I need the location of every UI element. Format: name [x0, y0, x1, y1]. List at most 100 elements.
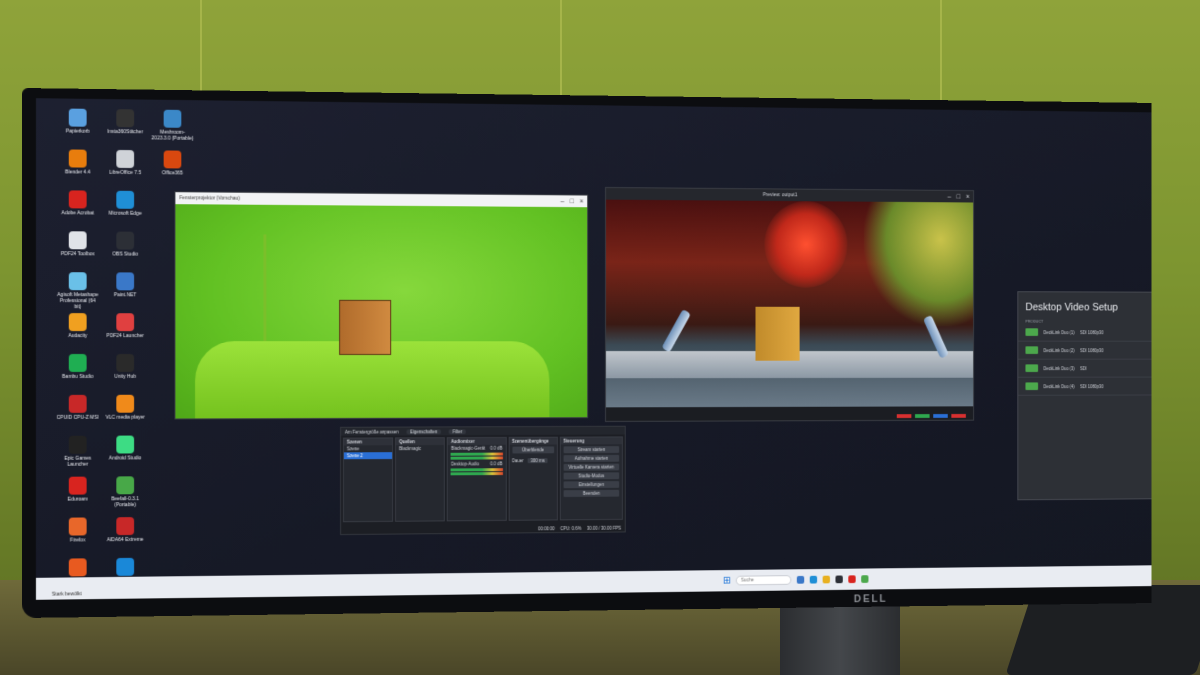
- file-explorer-icon[interactable]: [797, 575, 805, 584]
- dvs-device-name: DeckLink Duo (4): [1043, 383, 1075, 389]
- dvs-device-row[interactable]: DeckLink Duo (4) SDI 1080p30: [1018, 377, 1152, 396]
- libreoffice-icon: [116, 149, 135, 169]
- preview-status-indicators: [896, 413, 966, 419]
- volume-slider[interactable]: [450, 472, 503, 476]
- close-icon[interactable]: ×: [966, 193, 970, 200]
- duration-input[interactable]: 300 ms: [527, 458, 548, 464]
- desktop-shortcut[interactable]: Meshroom-2023.3.0 (Portable): [151, 109, 194, 151]
- desktop-screen: Papierkorb Insta360Stitcher Meshroom-2023.…: [35, 98, 1152, 600]
- start-icon[interactable]: ⊞: [723, 575, 731, 586]
- transitions-dock: Szenenübergänge Überblende Dauer 300 ms: [508, 436, 558, 521]
- minimize-icon[interactable]: –: [948, 193, 952, 200]
- desktop-shortcut[interactable]: AIDA64 Extreme: [103, 517, 146, 558]
- desktop-shortcut[interactable]: Firefox: [56, 517, 100, 558]
- source-item[interactable]: Blackmagic: [396, 445, 444, 452]
- start-stream-button[interactable]: Stream starten: [563, 446, 620, 454]
- transition-select[interactable]: Überblende: [512, 446, 554, 454]
- desktop-shortcut-label: Papierkorb: [65, 128, 90, 135]
- desktop-shortcut[interactable]: Agisoft Metashape Professional (64 bit): [56, 272, 100, 313]
- desktop-shortcut-label: PDF24 Toolbox: [60, 251, 95, 258]
- dvs-device-row[interactable]: DeckLink Duo (3) SDI: [1018, 359, 1152, 378]
- virtual-camera-button[interactable]: Virtuelle Kamera starten: [563, 463, 620, 471]
- desktop-shortcut[interactable]: Epic Games Launcher: [56, 435, 100, 477]
- obs-icon: [116, 231, 135, 250]
- projector-window[interactable]: Fensterprojektor (Vorschau) – □ ×: [174, 191, 589, 420]
- wall-panel: [940, 0, 942, 110]
- settings-button[interactable]: Einstellungen: [563, 481, 620, 489]
- minimize-icon[interactable]: –: [561, 198, 565, 205]
- desktop-shortcut-label: Meshroom-2023.3.0 (Portable): [151, 129, 194, 142]
- decklink-card-icon: [1025, 346, 1039, 354]
- start-recording-button[interactable]: Aufnahme starten: [563, 454, 620, 462]
- vlc-icon: [116, 394, 135, 413]
- chrome-taskbar-icon[interactable]: [822, 575, 831, 584]
- desktop-shortcut[interactable]: PDF24 Toolbox: [56, 231, 100, 272]
- desktop-shortcut[interactable]: PDF24 Launcher: [103, 313, 146, 354]
- decklink-taskbar-icon[interactable]: [861, 575, 869, 583]
- desktop-shortcut[interactable]: VLC media player: [103, 394, 146, 436]
- desktop-shortcut[interactable]: Microsoft Edge: [103, 190, 146, 232]
- scene-item[interactable]: Szene 2: [343, 452, 393, 460]
- weather-widget[interactable]: Stark bewölkt: [52, 591, 82, 597]
- monitor: Papierkorb Insta360Stitcher Meshroom-2023.…: [22, 88, 1152, 618]
- wall-panel: [560, 0, 562, 110]
- desktop-shortcut[interactable]: Blender 4.4: [56, 149, 100, 190]
- empty-slot: [151, 476, 194, 517]
- desktop-shortcut-label: Beefall-0.3.1 (Portable): [111, 496, 140, 509]
- desktop-shortcut-label: LibreOffice 7.5: [109, 169, 142, 177]
- office-icon: [163, 150, 182, 169]
- audacity-icon: [68, 313, 87, 332]
- status-cpu: CPU: 0.6%: [560, 526, 582, 532]
- desktop-shortcut[interactable]: Insta360Stitcher: [103, 109, 146, 150]
- paintnet-icon: [116, 272, 135, 291]
- desktop-shortcut[interactable]: Unity Hub: [103, 353, 146, 395]
- desktop-shortcut[interactable]: Office365: [151, 150, 194, 191]
- desktop-shortcut-label: AIDA64 Extreme: [106, 536, 144, 544]
- dvs-device-row[interactable]: DeckLink Duo (2) SDI 1080p30: [1018, 341, 1152, 360]
- desktop-shortcut[interactable]: Eduroam: [56, 476, 100, 518]
- virtual-studio-feed: [605, 199, 974, 408]
- dell-logo: DELL: [853, 593, 888, 606]
- studio-light: [764, 200, 848, 288]
- obs-main-panel[interactable]: Am Fenstergröße anpassen Eigenschaften F…: [340, 425, 626, 536]
- desktop-shortcut[interactable]: Paint.NET: [103, 272, 146, 313]
- status-indicator: [896, 414, 912, 419]
- scenes-dock: Szenen Szene Szene 2: [342, 437, 394, 523]
- bambu-icon: [68, 353, 87, 372]
- dvs-device-row[interactable]: DeckLink Duo (1) SDI 1080p30: [1018, 323, 1152, 342]
- cpuz-icon: [68, 394, 87, 413]
- desktop-video-setup-window[interactable]: Desktop Video Setup PRODUCT DeckLink Duo…: [1017, 291, 1152, 501]
- desktop-shortcut-label: Epic Games Launcher: [64, 455, 92, 468]
- taskbar-search[interactable]: Suche: [736, 575, 792, 586]
- desktop-shortcut[interactable]: LibreOffice 7.5: [103, 149, 146, 191]
- desktop-shortcut[interactable]: Beefall-0.3.1 (Portable): [103, 476, 146, 517]
- epic-icon: [68, 435, 87, 454]
- filter-button[interactable]: Filter: [448, 428, 467, 434]
- edge-icon: [116, 190, 135, 209]
- obs-taskbar-icon[interactable]: [835, 575, 844, 584]
- close-icon[interactable]: ×: [580, 198, 584, 205]
- dvs-device-list: DeckLink Duo (1) SDI 1080p30 DeckLink Duo …: [1018, 323, 1152, 396]
- acrobat-taskbar-icon[interactable]: [848, 575, 857, 584]
- edge-taskbar-icon[interactable]: [810, 575, 818, 584]
- studio-object: [755, 306, 800, 361]
- meshroom-icon: [163, 109, 182, 128]
- exit-button[interactable]: Beenden: [563, 489, 620, 497]
- beefall-icon: [116, 476, 135, 495]
- preview-window[interactable]: Preview: output1 – □ ×: [605, 186, 975, 422]
- wooden-object: [339, 299, 392, 355]
- desktop-shortcut[interactable]: Adobe Acrobat: [56, 190, 100, 231]
- maximize-icon[interactable]: □: [570, 198, 574, 205]
- properties-button[interactable]: Eigenschaften: [406, 428, 442, 434]
- desktop-shortcut[interactable]: Papierkorb: [56, 108, 100, 149]
- desktop-shortcut[interactable]: Android Studio: [103, 435, 146, 476]
- studio-mode-button[interactable]: Studio-Modus: [563, 472, 620, 480]
- dvs-device-mode: SDI 1080p30: [1080, 347, 1104, 353]
- desktop-shortcut[interactable]: Audacity: [56, 313, 100, 354]
- desktop-shortcut[interactable]: Bambu Studio: [56, 353, 100, 395]
- maximize-icon[interactable]: □: [957, 193, 961, 200]
- volume-slider[interactable]: [450, 456, 503, 460]
- empty-slot: [151, 435, 194, 476]
- desktop-shortcut[interactable]: CPUID CPU-Z MSI: [56, 394, 100, 436]
- desktop-shortcut[interactable]: OBS Studio: [103, 231, 146, 272]
